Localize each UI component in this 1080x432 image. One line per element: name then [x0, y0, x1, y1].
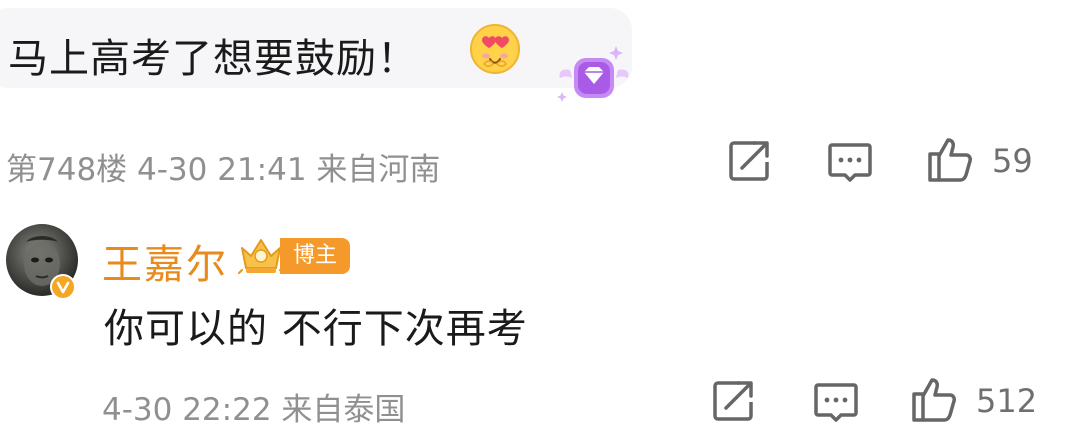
- crown-badge-icon: [238, 239, 284, 274]
- reply-text: 你可以的 不行下次再考: [104, 306, 528, 352]
- heart-eyes-emoji-icon: [470, 24, 520, 74]
- comment-text: 马上高考了想要鼓励！: [8, 36, 418, 82]
- author-tag: 博主: [280, 238, 350, 274]
- reply-like-count: 512: [976, 382, 1038, 420]
- comment-meta: 第748楼 4-30 21:41 来自河南: [6, 152, 441, 188]
- verified-badge-icon: [50, 274, 76, 300]
- thumbs-up-icon[interactable]: [926, 134, 976, 184]
- like-count: 59: [992, 142, 1033, 180]
- diamond-badge-icon: [557, 46, 629, 102]
- comment-thread: 马上高考了想要鼓励！ 第748楼 4-30 21:41 来自河南 59 王嘉尔 …: [0, 0, 1080, 432]
- reply-thumbs-up-icon[interactable]: [910, 374, 960, 424]
- reply-comment-icon[interactable]: [812, 380, 860, 426]
- reply-meta: 4-30 22:22 来自泰国: [102, 392, 406, 428]
- user-name[interactable]: 王嘉尔: [102, 232, 228, 290]
- repost-icon[interactable]: [726, 138, 774, 184]
- reply-repost-icon[interactable]: [710, 378, 758, 424]
- comment-icon[interactable]: [826, 140, 874, 186]
